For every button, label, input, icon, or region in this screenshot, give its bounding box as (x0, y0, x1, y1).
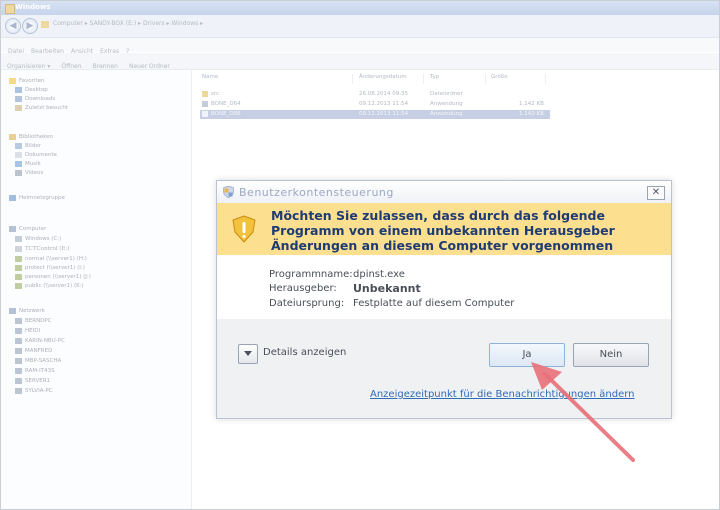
program-name-value: dpinst.exe (353, 269, 405, 280)
uac-warning-banner: Möchten Sie zulassen, dass durch das fol… (217, 203, 671, 268)
uac-title: Benutzerkontensteuerung (239, 186, 394, 199)
chevron-down-icon (244, 351, 252, 356)
notification-settings-link[interactable]: Anzeigezeitpunkt für die Benachrichtigun… (370, 389, 635, 400)
shield-icon (223, 186, 234, 198)
no-button[interactable]: Nein (573, 343, 649, 367)
publisher-value: Unbekannt (353, 282, 421, 295)
file-origin-label: Dateiursprung: (269, 298, 345, 309)
publisher-label: Herausgeber: (269, 283, 337, 294)
security-shield-icon (232, 215, 256, 243)
uac-details: Programmname: dpinst.exe Herausgeber: Un… (217, 255, 671, 319)
file-origin-value: Festplatte auf diesem Computer (353, 298, 515, 309)
uac-footer: Details anzeigen Ja Nein Anzeigezeitpunk… (217, 319, 671, 418)
details-label[interactable]: Details anzeigen (263, 347, 346, 358)
uac-title-bar: Benutzerkontensteuerung ✕ (217, 181, 671, 203)
program-name-label: Programmname: (269, 269, 353, 280)
yes-button[interactable]: Ja (489, 343, 565, 367)
uac-dialog: Benutzerkontensteuerung ✕ Möchten Sie zu… (216, 180, 672, 419)
close-button[interactable]: ✕ (647, 186, 665, 200)
details-toggle-button[interactable] (238, 344, 258, 364)
